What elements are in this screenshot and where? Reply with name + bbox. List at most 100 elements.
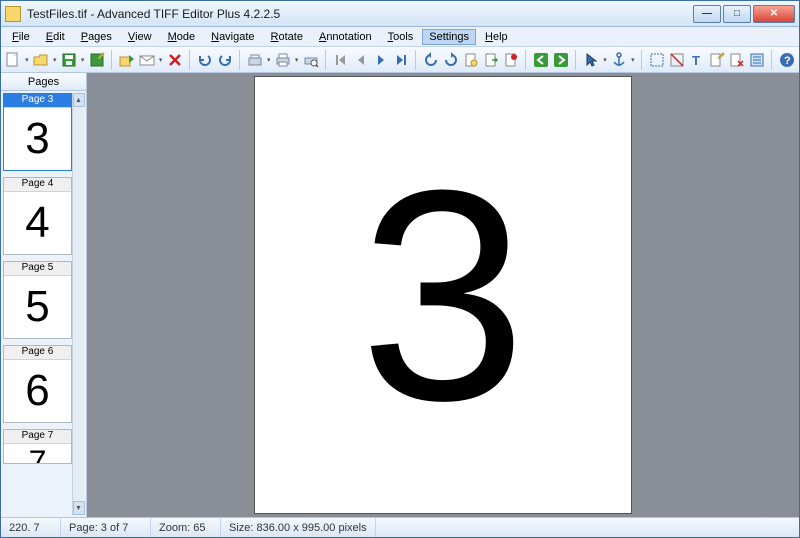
window-buttons: — □ ✕	[693, 5, 795, 23]
next-page-icon[interactable]	[373, 51, 389, 69]
pages-sidebar: Pages Page 3 3 Page 4 4 Page 5 5	[1, 73, 87, 517]
maximize-button[interactable]: □	[723, 5, 751, 23]
help-icon[interactable]: ?	[779, 51, 795, 69]
menu-settings[interactable]: Settings	[422, 29, 476, 45]
pointer-icon[interactable]	[583, 51, 599, 69]
bookmark-page-icon[interactable]	[503, 51, 519, 69]
pointer-dropdown[interactable]: ▾	[603, 56, 607, 64]
forward-icon[interactable]	[553, 51, 569, 69]
app-window: TestFiles.tif - Advanced TIFF Editor Plu…	[0, 0, 800, 538]
page-canvas[interactable]: 3	[254, 76, 632, 514]
prev-page-icon[interactable]	[353, 51, 369, 69]
titlebar: TestFiles.tif - Advanced TIFF Editor Plu…	[1, 1, 799, 27]
menu-navigate[interactable]: Navigate	[204, 29, 261, 45]
print-preview-icon[interactable]	[303, 51, 319, 69]
menu-tools[interactable]: Tools	[381, 29, 421, 45]
scroll-up-button[interactable]: ▲	[73, 93, 85, 107]
page-content: 3	[360, 145, 527, 445]
thumbnail-preview: 6	[4, 360, 71, 422]
thumbnail-label: Page 4	[4, 178, 71, 192]
thumbnail-preview: 4	[4, 192, 71, 254]
page-thumbnail[interactable]: Page 4 4	[3, 177, 72, 255]
menu-file[interactable]: File	[5, 29, 37, 45]
close-button[interactable]: ✕	[753, 5, 795, 23]
export-icon[interactable]	[119, 51, 135, 69]
new-icon[interactable]	[5, 51, 21, 69]
new-dropdown[interactable]: ▾	[25, 56, 29, 64]
scan-dropdown[interactable]: ▾	[267, 56, 271, 64]
first-page-icon[interactable]	[333, 51, 349, 69]
menu-edit[interactable]: Edit	[39, 29, 72, 45]
delete-icon[interactable]	[167, 51, 183, 69]
content-area: Pages Page 3 3 Page 4 4 Page 5 5	[1, 73, 799, 517]
print-icon[interactable]	[275, 51, 291, 69]
svg-text:T: T	[692, 53, 700, 68]
menu-annotation[interactable]: Annotation	[312, 29, 379, 45]
edit-page-icon[interactable]	[709, 51, 725, 69]
menu-mode[interactable]: Mode	[161, 29, 203, 45]
thumbnail-list: Page 3 3 Page 4 4 Page 5 5 Page 6 6	[3, 93, 72, 515]
back-icon[interactable]	[533, 51, 549, 69]
open-icon[interactable]	[33, 51, 49, 69]
page-tool-icon[interactable]	[463, 51, 479, 69]
anchor-icon[interactable]	[611, 51, 627, 69]
undo-icon[interactable]	[197, 51, 213, 69]
separator	[325, 50, 327, 70]
status-size: Size: 836.00 x 995.00 pixels	[221, 518, 376, 537]
thumbnail-preview: 3	[4, 108, 71, 170]
menu-pages[interactable]: Pages	[74, 29, 119, 45]
separator	[641, 50, 643, 70]
mail-dropdown[interactable]: ▾	[159, 56, 163, 64]
separator	[111, 50, 113, 70]
scan-icon[interactable]	[247, 51, 263, 69]
anchor-dropdown[interactable]: ▾	[631, 56, 635, 64]
status-bar: 220. 7 Page: 3 of 7 Zoom: 65 Size: 836.0…	[1, 517, 799, 537]
menu-help[interactable]: Help	[478, 29, 515, 45]
page-thumbnail[interactable]: Page 7 7	[3, 429, 72, 464]
move-page-icon[interactable]	[483, 51, 499, 69]
separator	[189, 50, 191, 70]
canvas-area[interactable]: 3	[87, 73, 799, 517]
thumbnail-label: Page 5	[4, 262, 71, 276]
app-icon	[5, 6, 21, 22]
page-thumbnail[interactable]: Page 6 6	[3, 345, 72, 423]
minimize-button[interactable]: —	[693, 5, 721, 23]
mail-icon[interactable]	[139, 51, 155, 69]
separator	[525, 50, 527, 70]
thumbnail-preview: 7	[4, 444, 71, 463]
properties-icon[interactable]	[749, 51, 765, 69]
svg-text:?: ?	[784, 55, 791, 67]
page-thumbnail[interactable]: Page 5 5	[3, 261, 72, 339]
status-zoom: Zoom: 65	[151, 518, 221, 537]
select-icon[interactable]	[649, 51, 665, 69]
print-dropdown[interactable]: ▾	[295, 56, 299, 64]
redo-icon[interactable]	[217, 51, 233, 69]
crop-icon[interactable]	[669, 51, 685, 69]
pages-header: Pages	[1, 73, 86, 91]
window-title: TestFiles.tif - Advanced TIFF Editor Plu…	[27, 7, 693, 21]
rotate-right-icon[interactable]	[443, 51, 459, 69]
save-dropdown[interactable]: ▾	[81, 56, 85, 64]
thumbnail-label: Page 7	[4, 430, 71, 444]
separator	[771, 50, 773, 70]
thumbnail-label: Page 3	[4, 94, 71, 108]
open-dropdown[interactable]: ▾	[53, 56, 57, 64]
separator	[415, 50, 417, 70]
text-icon[interactable]: T	[689, 51, 705, 69]
menu-rotate[interactable]: Rotate	[264, 29, 310, 45]
menu-bar: File Edit Pages View Mode Navigate Rotat…	[1, 27, 799, 47]
save-icon[interactable]	[61, 51, 77, 69]
toolbar: ▾ ▾ ▾ ▾ ▾ ▾ ▾ ▾	[1, 47, 799, 73]
delete-page-icon[interactable]	[729, 51, 745, 69]
scroll-down-button[interactable]: ▼	[73, 501, 85, 515]
thumbnail-preview: 5	[4, 276, 71, 338]
separator	[575, 50, 577, 70]
status-coords: 220. 7	[1, 518, 61, 537]
status-page: Page: 3 of 7	[61, 518, 151, 537]
separator	[239, 50, 241, 70]
page-thumbnail[interactable]: Page 3 3	[3, 93, 72, 171]
menu-view[interactable]: View	[121, 29, 159, 45]
rotate-left-icon[interactable]	[423, 51, 439, 69]
save-as-icon[interactable]	[89, 51, 105, 69]
last-page-icon[interactable]	[393, 51, 409, 69]
